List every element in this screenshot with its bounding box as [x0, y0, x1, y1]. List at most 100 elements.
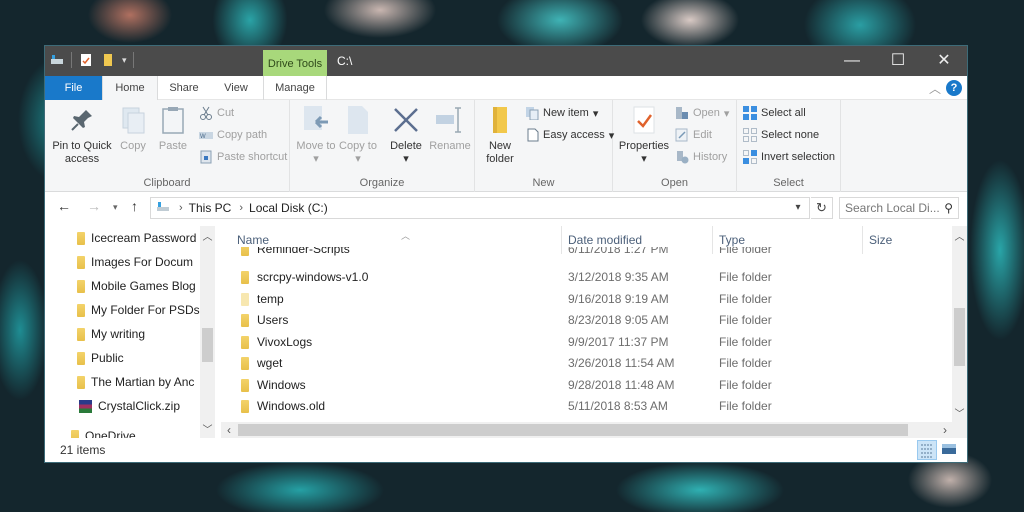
nav-item-label: Public — [91, 351, 124, 365]
new-folder-button[interactable]: New folder — [481, 104, 519, 166]
properties-button[interactable]: Properties ▾ — [617, 104, 671, 166]
nav-item[interactable]: OneDrive — [71, 424, 196, 438]
paste-button[interactable]: Paste — [155, 104, 191, 153]
table-row[interactable]: VivoxLogs 9/9/2017 11:37 PM File folder — [221, 332, 952, 354]
breadcrumb-separator-icon: › — [239, 202, 244, 214]
collapse-ribbon-chevron-icon[interactable]: ︿ — [929, 80, 941, 97]
back-arrow-icon[interactable]: ← — [57, 198, 71, 214]
table-row[interactable]: wget 3/26/2018 11:54 AM File folder — [221, 353, 952, 375]
cut-button[interactable]: Cut — [199, 103, 234, 123]
tab-view[interactable]: View — [210, 76, 262, 100]
delete-label: Delete — [390, 140, 422, 152]
rename-button[interactable]: Rename — [428, 104, 472, 153]
scroll-right-chevron-icon[interactable]: › — [937, 422, 953, 438]
open-button[interactable]: Open ▾ — [675, 103, 729, 123]
file-name: temp — [257, 291, 284, 306]
file-type: File folder — [719, 247, 772, 256]
nav-pane-scrollbar[interactable]: ︿ ﹀ — [200, 226, 215, 438]
nav-item[interactable]: Icecream Password — [77, 226, 202, 250]
table-row[interactable]: Windows 9/28/2018 11:48 AM File folder — [221, 375, 952, 397]
tab-home[interactable]: Home — [102, 76, 158, 100]
paste-icon — [157, 104, 189, 136]
file-date: 9/9/2017 11:37 PM — [568, 334, 669, 349]
group-select: Select all Select none Invert selection … — [737, 100, 841, 192]
ribbon-home: Pin to Quick access Copy Paste Cut W Cop… — [45, 100, 967, 192]
select-none-button[interactable]: Select none — [743, 125, 819, 145]
delete-button[interactable]: Delete ▾ — [386, 104, 426, 166]
nav-item[interactable]: Images For Docum — [77, 250, 202, 274]
nav-item[interactable]: Mobile Games Blog — [77, 274, 202, 298]
breadcrumb-local-disk[interactable]: Local Disk (C:) — [249, 201, 328, 215]
scroll-left-chevron-icon[interactable]: ‹ — [221, 422, 237, 438]
scroll-down-chevron-icon[interactable]: ﹀ — [952, 405, 967, 420]
address-bar[interactable]: › This PC › Local Disk (C:) ▾ — [150, 197, 810, 219]
refresh-icon[interactable]: ↻ — [811, 197, 833, 219]
scrollbar-thumb[interactable] — [954, 308, 965, 366]
copy-path-label: Copy path — [217, 129, 268, 141]
recent-locations-chevron-icon[interactable]: ▾ — [113, 202, 118, 213]
select-all-button[interactable]: Select all — [743, 103, 806, 123]
search-input[interactable]: Search Local Di... ⚲ — [839, 197, 959, 219]
scrollbar-thumb[interactable] — [202, 328, 213, 362]
scissors-icon — [199, 106, 213, 120]
easy-access-button[interactable]: Easy access ▾ — [525, 125, 614, 145]
nav-item[interactable]: CrystalClick.zip — [79, 394, 204, 418]
move-to-button[interactable]: Move to ▾ — [296, 104, 336, 166]
scroll-down-chevron-icon[interactable]: ﹀ — [200, 421, 215, 436]
file-name: Reminder-Scripts — [257, 247, 350, 256]
tab-share[interactable]: Share — [158, 76, 210, 100]
table-row[interactable]: Windows.old 5/11/2018 8:53 AM File folde… — [221, 396, 952, 418]
copy-to-label: Copy to — [339, 140, 377, 152]
open-icon — [675, 106, 689, 120]
file-list-vertical-scrollbar[interactable]: ︿ ﹀ — [952, 226, 967, 422]
scroll-up-chevron-icon[interactable]: ︿ — [200, 228, 215, 243]
new-folder-label: New folder — [486, 140, 514, 165]
group-label-organize: Organize — [359, 177, 405, 189]
history-button[interactable]: History — [675, 147, 727, 167]
address-history-chevron-icon[interactable]: ▾ — [787, 198, 809, 218]
folder-icon — [241, 335, 249, 349]
nav-item[interactable]: Public — [77, 346, 202, 370]
table-row[interactable]: scrcpy-windows-v1.0 3/12/2018 9:35 AM Fi… — [221, 267, 952, 289]
copy-button[interactable]: Copy — [115, 104, 151, 153]
table-row[interactable]: temp 9/16/2018 9:19 AM File folder — [221, 289, 952, 311]
new-item-button[interactable]: New item ▾ — [525, 103, 598, 123]
file-type: File folder — [719, 356, 772, 370]
file-name: VivoxLogs — [257, 334, 313, 349]
pin-to-quick-access-button[interactable]: Pin to Quick access — [49, 104, 115, 166]
nav-item-label: Mobile Games Blog — [91, 279, 196, 293]
large-icons-view-button[interactable] — [940, 440, 960, 460]
history-icon — [675, 150, 689, 164]
close-button[interactable]: ✕ — [921, 46, 967, 76]
tab-manage[interactable]: Manage — [263, 76, 327, 100]
maximize-button[interactable]: ☐ — [875, 46, 921, 76]
nav-item[interactable]: My Folder For PSDs — [77, 298, 202, 322]
open-label: Open — [693, 107, 720, 119]
file-explorer-window: ▾ Drive Tools C:\ — ☐ ✕ File Home Share … — [45, 46, 967, 462]
customize-qat-chevron-icon[interactable]: ▾ — [122, 55, 127, 66]
invert-selection-button[interactable]: Invert selection — [743, 147, 835, 167]
copy-to-button[interactable]: Copy to ▾ — [338, 104, 378, 166]
help-icon[interactable]: ? — [946, 80, 962, 96]
copy-path-button[interactable]: W Copy path — [199, 125, 267, 145]
new-folder-icon[interactable] — [100, 52, 116, 68]
forward-arrow-icon[interactable]: → — [87, 198, 101, 214]
scrollbar-thumb[interactable] — [238, 424, 908, 436]
file-list-horizontal-scrollbar[interactable]: ‹ › — [221, 422, 967, 438]
nav-item[interactable]: My writing — [77, 322, 202, 346]
table-row[interactable]: Reminder-Scripts 6/11/2018 1:27 PM File … — [221, 247, 952, 261]
tab-file[interactable]: File — [45, 76, 102, 100]
nav-item-label: The Martian by Anc — [91, 375, 195, 389]
details-view-button[interactable] — [917, 440, 937, 460]
paste-shortcut-button[interactable]: Paste shortcut — [199, 147, 287, 167]
breadcrumb-this-pc[interactable]: This PC — [189, 201, 232, 215]
svg-text:W: W — [200, 134, 206, 140]
edit-button[interactable]: Edit — [675, 125, 712, 145]
minimize-button[interactable]: — — [829, 46, 875, 76]
table-row[interactable]: Users 8/23/2018 9:05 AM File folder — [221, 310, 952, 332]
up-arrow-icon[interactable]: ↑ — [131, 198, 138, 214]
nav-item[interactable]: The Martian by Anc — [77, 370, 202, 394]
file-name: scrcpy-windows-v1.0 — [257, 270, 369, 284]
scroll-up-chevron-icon[interactable]: ︿ — [952, 228, 967, 243]
properties-icon[interactable] — [78, 52, 94, 68]
